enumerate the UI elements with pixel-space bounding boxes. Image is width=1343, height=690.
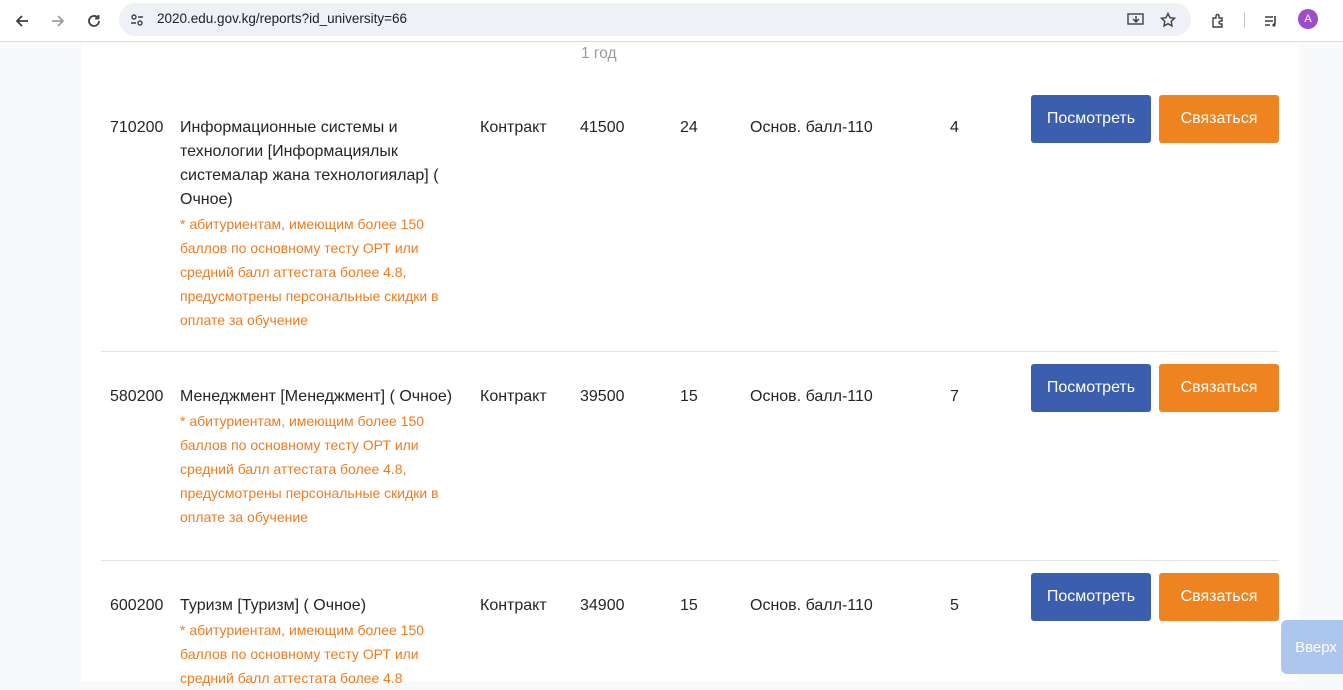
back-icon[interactable] (9, 8, 35, 34)
program-name: Туризм [Туризм] ( Очное) (180, 597, 367, 614)
browser-toolbar: 2020.edu.gov.kg/reports?id_university=66… (0, 0, 1343, 42)
url-text[interactable]: 2020.edu.gov.kg/reports?id_university=66 (157, 11, 407, 26)
row-divider (101, 560, 1279, 561)
program-name: Информационные системы и технологии [Инф… (180, 119, 439, 208)
profile-avatar[interactable]: A (1298, 9, 1318, 29)
discount-note: * абитуриентам, имеющим более 150 баллов… (180, 622, 425, 686)
contact-button[interactable]: Связаться (1159, 573, 1279, 621)
program-name: Менеджмент [Менеджмент] ( Очное) (180, 388, 453, 405)
min-score: Основ. балл-110 (750, 597, 873, 614)
media-controls-icon[interactable] (1258, 8, 1284, 34)
view-button[interactable]: Посмотреть (1031, 573, 1151, 621)
discount-note: * абитуриентам, имеющим более 150 баллов… (180, 413, 439, 525)
program-name-cell: Туризм [Туризм] ( Очное) * абитуриентам,… (180, 594, 470, 690)
payment-type: Контракт (480, 597, 547, 614)
scroll-to-top-button[interactable]: Вверх (1281, 620, 1343, 674)
row-divider (101, 351, 1279, 352)
program-code: 580200 (110, 388, 164, 405)
bookmark-star-icon[interactable] (1158, 10, 1178, 30)
min-score: Основ. балл-110 (750, 119, 873, 136)
payment-type: Контракт (480, 119, 547, 136)
program-name-cell: Менеджмент [Менеджмент] ( Очное) * абиту… (180, 385, 470, 529)
min-score: Основ. балл-110 (750, 388, 873, 405)
seats: 15 (680, 388, 698, 405)
count: 5 (950, 597, 959, 614)
forward-icon[interactable] (45, 8, 71, 34)
program-code: 710200 (110, 119, 164, 136)
view-button[interactable]: Посмотреть (1031, 95, 1151, 143)
program-name-cell: Информационные системы и технологии [Инф… (180, 116, 470, 332)
payment-type: Контракт (480, 388, 547, 405)
install-app-icon[interactable] (1126, 10, 1146, 30)
toolbar-separator (1244, 12, 1245, 28)
contact-button[interactable]: Связаться (1159, 364, 1279, 412)
site-settings-icon[interactable] (127, 10, 147, 30)
count: 7 (950, 388, 959, 405)
reports-table: 1 год 710200 Информационные системы и те… (81, 42, 1299, 686)
price: 34900 (580, 597, 625, 614)
count: 4 (950, 119, 959, 136)
discount-note: * абитуриентам, имеющим более 150 баллов… (180, 216, 439, 328)
seats: 15 (680, 597, 698, 614)
view-button[interactable]: Посмотреть (1031, 364, 1151, 412)
address-bar[interactable]: 2020.edu.gov.kg/reports?id_university=66 (119, 3, 1191, 36)
price: 39500 (580, 388, 625, 405)
study-duration: 1 год (581, 45, 617, 62)
price: 41500 (580, 119, 625, 136)
program-code: 600200 (110, 597, 164, 614)
extensions-icon[interactable] (1205, 8, 1231, 34)
seats: 24 (680, 119, 698, 136)
contact-button[interactable]: Связаться (1159, 95, 1279, 143)
reload-icon[interactable] (81, 8, 107, 34)
